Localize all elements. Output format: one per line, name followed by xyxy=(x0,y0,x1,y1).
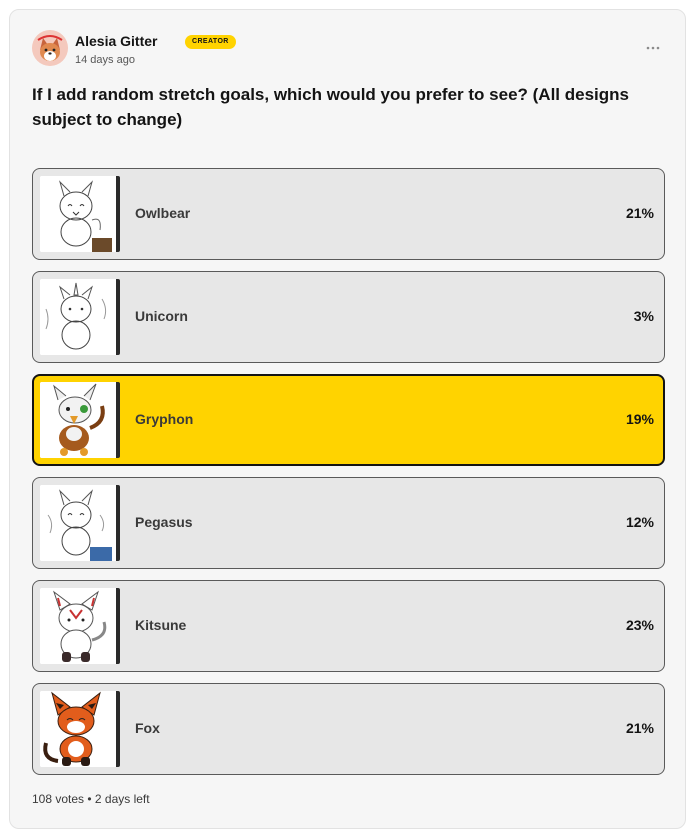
fox-drawing-image xyxy=(40,691,120,767)
poll-option-kitsune[interactable]: Kitsune 23% xyxy=(32,580,665,672)
poll-option-label: Fox xyxy=(135,720,160,736)
more-horizontal-icon[interactable] xyxy=(645,42,661,54)
poll-option-fox[interactable]: Fox 21% xyxy=(32,683,665,775)
poll-option-owlbear[interactable]: Owlbear 21% xyxy=(32,168,665,260)
gryphon-drawing-image xyxy=(40,382,120,458)
poll-option-percent: 21% xyxy=(625,720,654,736)
poll-question: If I add random stretch goals, which wou… xyxy=(32,85,629,129)
post-header: Alesia Gitter CREATOR 14 days ago xyxy=(32,30,665,74)
poll-option-label: Owlbear xyxy=(135,205,191,221)
unicorn-sketch-image xyxy=(40,279,120,355)
author-name[interactable]: Alesia Gitter xyxy=(75,33,157,49)
poll-option-percent: 19% xyxy=(625,411,654,427)
author-avatar[interactable] xyxy=(32,30,68,66)
owlbear-sketch-image xyxy=(40,176,120,252)
poll-option-gryphon[interactable]: Gryphon 19% xyxy=(32,374,665,466)
poll-options: Owlbear 21% Unicorn 3% Gryphon 19% Pegas… xyxy=(32,168,665,786)
poll-option-unicorn[interactable]: Unicorn 3% xyxy=(32,271,665,363)
poll-footer: 108 votes • 2 days left xyxy=(32,792,150,806)
pegasus-sketch-image xyxy=(40,485,120,561)
poll-option-label: Kitsune xyxy=(135,617,187,633)
post-timestamp[interactable]: 14 days ago xyxy=(75,54,135,66)
creator-badge: CREATOR xyxy=(185,35,236,49)
poll-option-pegasus[interactable]: Pegasus 12% xyxy=(32,477,665,569)
poll-option-percent: 3% xyxy=(633,308,654,324)
kitsune-drawing-image xyxy=(40,588,120,664)
poll-option-percent: 23% xyxy=(625,617,654,633)
poll-option-percent: 21% xyxy=(625,205,654,221)
poll-post-card: Alesia Gitter CREATOR 14 days ago If I a… xyxy=(9,9,686,829)
poll-option-label: Unicorn xyxy=(135,308,188,324)
poll-option-label: Gryphon xyxy=(135,411,194,427)
poll-option-label: Pegasus xyxy=(135,514,193,530)
poll-option-percent: 12% xyxy=(625,514,654,530)
